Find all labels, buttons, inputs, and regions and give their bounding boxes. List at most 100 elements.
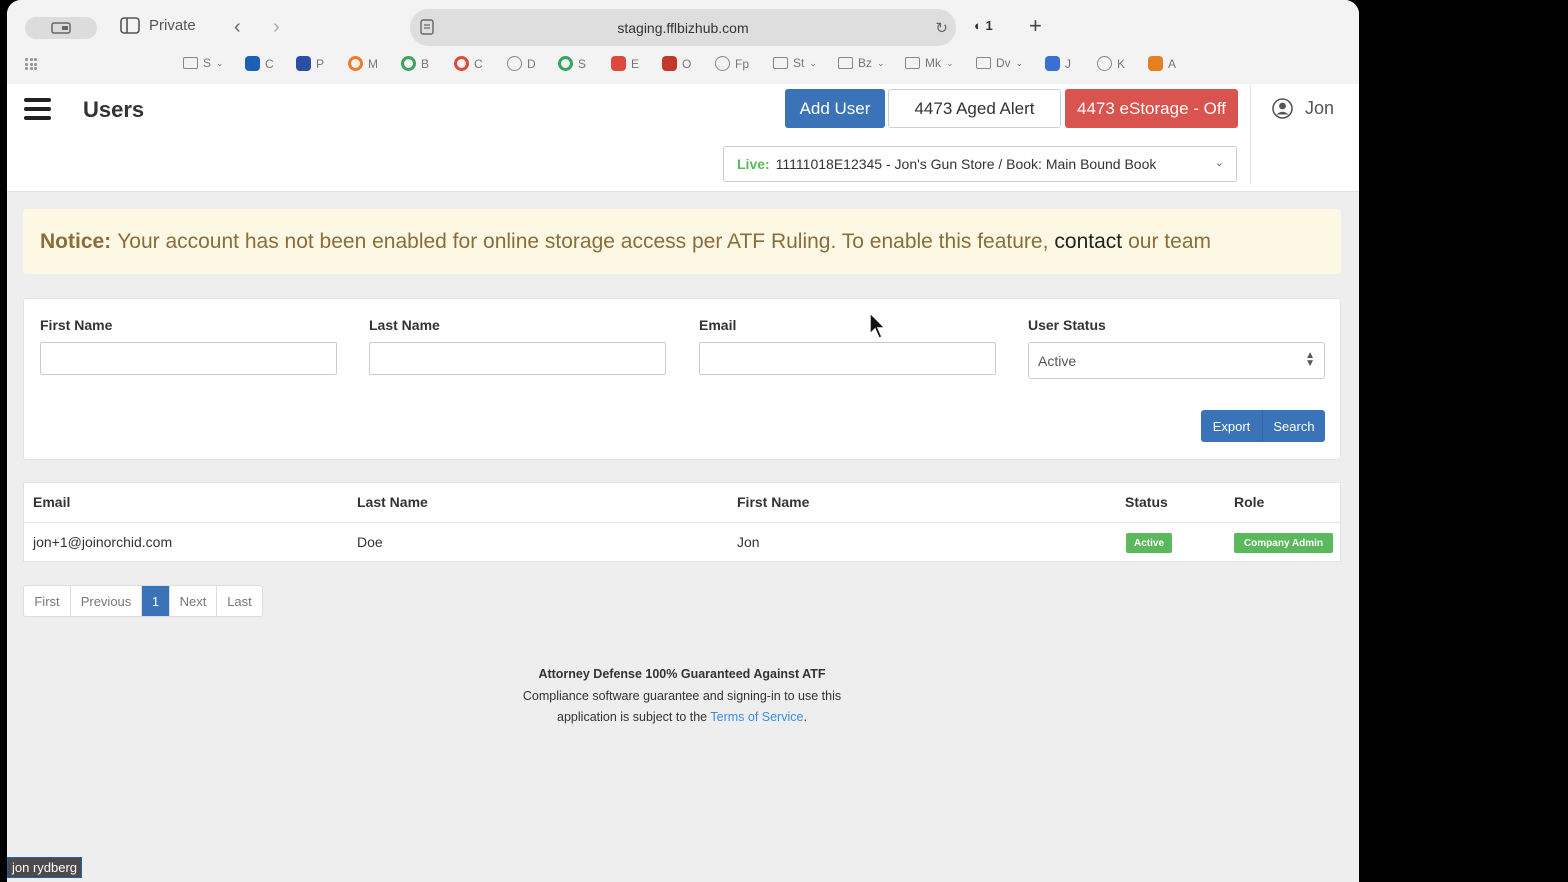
bookmark-item[interactable]: M [348,56,378,71]
chevron-down-icon: ⌄ [1015,57,1024,68]
bookmark-label: O [682,56,692,71]
footer-line-2-text: application is subject to the [557,710,708,724]
estorage-button[interactable]: 4473 eStorage - Off [1065,89,1238,128]
book-select-value: 11111018E12345 - Jon's Gun Store / Book:… [775,156,1157,172]
sidebar-icon [120,17,140,34]
page-last[interactable]: Last [217,586,262,616]
email-label: Email [699,317,737,333]
last-name-input[interactable] [369,342,666,375]
bookmark-item[interactable]: Bz ⌄ [838,56,885,70]
bookmark-label: P [316,56,325,71]
email-input[interactable] [699,342,996,375]
tab-overview-button[interactable] [25,17,97,39]
col-role[interactable]: Role [1234,494,1264,510]
o-person-icon [662,56,677,71]
sidebar-toggle[interactable]: Private [120,17,196,34]
notice-banner: Notice: Your account has not been enable… [23,209,1341,274]
a-cube-icon [1148,56,1163,71]
bookmark-item[interactable]: St ⌄ [773,56,817,70]
bookmark-label: S [578,56,587,71]
col-first-name[interactable]: First Name [737,494,809,510]
bookmark-label: C [265,56,274,71]
col-last-name[interactable]: Last Name [357,494,428,510]
bookmark-item[interactable]: B [401,56,429,71]
bookmark-item[interactable]: S ⌄ [183,56,224,70]
row-first-name: Jon [737,534,760,550]
row-email: jon+1@joinorchid.com [33,534,173,550]
first-name-input[interactable] [40,342,337,375]
contact-link[interactable]: contact [1054,230,1122,254]
aged-alert-button[interactable]: 4473 Aged Alert [888,89,1061,128]
page-settings-icon[interactable] [420,19,434,35]
bookmark-item[interactable]: K [1097,56,1125,71]
bookmark-item[interactable]: Fp [715,56,749,71]
folder-icon [838,57,853,69]
user-menu[interactable]: Jon [1272,98,1334,119]
s-ring-icon [558,56,573,71]
folder-icon [773,57,788,69]
reload-icon[interactable]: ↻ [935,19,948,37]
row-last-name: Doe [357,534,383,550]
app-header: Users Add User 4473 Aged Alert 4473 eSto… [7,84,1359,192]
presenter-name-tag: jon rydberg [7,857,83,878]
bookmark-item[interactable]: A [1148,56,1176,71]
user-status-label: User Status [1028,317,1106,333]
page-next[interactable]: Next [170,586,217,616]
new-tab-icon[interactable]: + [1029,13,1042,39]
chevron-down-icon: ⌄ [216,57,224,68]
url-text: staging.fflbizhub.com [617,19,749,36]
bookmark-item[interactable]: Dv ⌄ [976,56,1023,70]
folder-icon [905,57,920,69]
live-label: Live: [737,156,770,172]
chase-icon [245,56,260,71]
search-button[interactable]: Search [1262,410,1325,442]
bookmark-label: St [793,56,805,70]
export-button[interactable]: Export [1201,410,1262,442]
bookmark-item[interactable]: P [296,56,324,71]
book-select[interactable]: Live: 11111018E12345 - Jon's Gun Store /… [723,146,1237,182]
apps-grid-icon[interactable] [25,58,37,70]
bookmark-label: C [474,56,483,71]
browser-toolbar: Private ‹ › staging.fflbizhub.com ↻ ◐ 1 … [7,0,1359,84]
bookmark-label: A [1168,56,1177,71]
shield-count: 1 [985,18,993,33]
bookmark-label: D [527,56,536,71]
bookmark-item[interactable]: C [245,56,274,71]
col-status[interactable]: Status [1125,494,1168,510]
table-header: Email Last Name First Name Status Role [24,483,1340,523]
bookmark-label: M [368,56,378,71]
status-badge: Active [1126,533,1172,553]
back-icon[interactable]: ‹ [234,16,241,39]
bookmark-label: E [631,56,640,71]
col-email[interactable]: Email [33,494,70,510]
bookmark-item[interactable]: D [507,56,536,71]
page-title: Users [83,97,145,122]
chevron-down-icon: ⌄ [946,57,954,68]
bookmark-item[interactable]: E [611,56,639,71]
bookmark-item[interactable]: C [454,56,483,71]
menu-icon[interactable] [24,98,51,120]
b-ring-icon [401,56,416,71]
globe-icon [715,56,730,71]
bookmark-item[interactable]: Mk ⌄ [905,56,954,70]
user-name: Jon [1305,98,1335,118]
m-ring-icon [348,56,363,71]
e-app-icon [611,56,626,71]
page-first[interactable]: First [24,586,71,616]
forward-icon[interactable]: › [273,16,280,39]
bookmark-label: S [203,56,212,70]
folder-icon [183,57,198,69]
bookmark-label: Dv [996,56,1011,70]
terms-of-service-link[interactable]: Terms of Service [710,710,803,724]
page-1[interactable]: 1 [142,586,170,616]
address-bar[interactable]: staging.fflbizhub.com ↻ [410,9,956,46]
user-status-select[interactable]: Active ▲ ▼ [1028,342,1325,379]
add-user-button[interactable]: Add User [785,89,885,128]
bookmark-item[interactable]: S [558,56,586,71]
page-previous[interactable]: Previous [71,586,142,616]
users-table: Email Last Name First Name Status Role j… [23,482,1341,562]
tab-overview-icon [51,22,71,34]
bookmark-item[interactable]: J [1045,56,1071,71]
bookmark-item[interactable]: O [662,56,691,71]
shield-button[interactable]: ◐ 1 [974,18,993,33]
